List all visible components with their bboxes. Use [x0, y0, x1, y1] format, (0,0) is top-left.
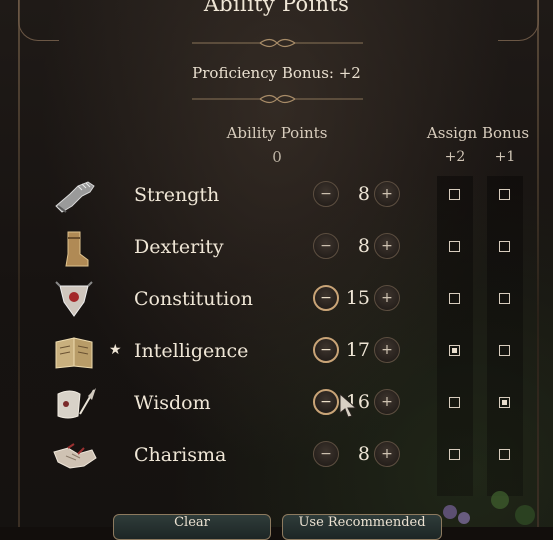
bonus-plus2-checkbox[interactable] [449, 241, 460, 252]
decrease-dexterity-button[interactable]: − [313, 233, 339, 259]
bonus-plus2-checkbox[interactable] [449, 449, 460, 460]
divider-ornament [192, 38, 363, 48]
bonus-plus1-checkbox[interactable] [499, 293, 510, 304]
bonus-plus2-checkbox[interactable] [449, 189, 460, 200]
decrease-constitution-button[interactable]: − [313, 285, 339, 311]
ability-score: 8 [357, 443, 370, 465]
gauntlet-icon [55, 181, 95, 213]
bonus-plus1-checkbox[interactable] [499, 241, 510, 252]
ability-score: 8 [357, 235, 370, 257]
handshake-icon [53, 443, 97, 469]
ability-row-constitution: Constitution − 15 + [0, 274, 553, 326]
divider-ornament [192, 94, 363, 104]
bonus-plus1-checkbox[interactable] [499, 189, 510, 200]
increase-dexterity-button[interactable]: + [374, 233, 400, 259]
ability-name: Strength [134, 184, 220, 206]
ability-name: Dexterity [134, 236, 224, 258]
use-recommended-button[interactable]: Use Recommended [282, 514, 442, 540]
bonus-plus1-checkbox[interactable] [499, 397, 510, 408]
book-icon [55, 337, 93, 369]
decrease-charisma-button[interactable]: − [313, 441, 339, 467]
quill-icon [57, 388, 96, 419]
bonus-plus2-header: +2 [444, 149, 466, 165]
ability-name: Constitution [134, 288, 253, 310]
ability-row-wisdom: Wisdom − 16 + [0, 378, 553, 430]
increase-wisdom-button[interactable]: + [374, 389, 400, 415]
bonus-plus2-checkbox[interactable] [449, 345, 460, 356]
ability-name: Charisma [134, 444, 227, 466]
increase-intelligence-button[interactable]: + [374, 337, 400, 363]
bonus-plus1-checkbox[interactable] [499, 449, 510, 460]
mouse-cursor-icon [339, 392, 358, 418]
bonus-plus1-checkbox[interactable] [499, 345, 510, 356]
increase-charisma-button[interactable]: + [374, 441, 400, 467]
proficiency-bonus: Proficiency Bonus: +2 [192, 64, 361, 82]
increase-constitution-button[interactable]: + [374, 285, 400, 311]
ability-points-header: Ability Points [226, 124, 328, 142]
ability-score: 15 [345, 287, 370, 309]
ability-points-remaining: 0 [272, 148, 282, 166]
boot-icon [65, 231, 89, 267]
recommended-star-icon: ★ [109, 342, 122, 358]
bonus-plus1-header: +1 [494, 149, 516, 165]
ability-score: 8 [357, 183, 370, 205]
panel-title: Ability Points [203, 0, 350, 16]
ability-row-intelligence: ★ Intelligence − 17 + [0, 326, 553, 378]
clear-button[interactable]: Clear [113, 514, 271, 540]
ability-name: Wisdom [134, 392, 211, 414]
assign-bonus-header: Assign Bonus [426, 124, 530, 142]
ability-score: 17 [345, 339, 370, 361]
increase-strength-button[interactable]: + [374, 181, 400, 207]
flowers-decoration [443, 491, 535, 525]
shield-icon [55, 281, 93, 317]
bonus-plus2-checkbox[interactable] [449, 293, 460, 304]
ability-row-strength: Strength − 8 + [0, 170, 553, 222]
decrease-strength-button[interactable]: − [313, 181, 339, 207]
ability-row-dexterity: Dexterity − 8 + [0, 222, 553, 274]
ability-name: Intelligence [134, 340, 249, 362]
bonus-plus2-checkbox[interactable] [449, 397, 460, 408]
decrease-intelligence-button[interactable]: − [313, 337, 339, 363]
